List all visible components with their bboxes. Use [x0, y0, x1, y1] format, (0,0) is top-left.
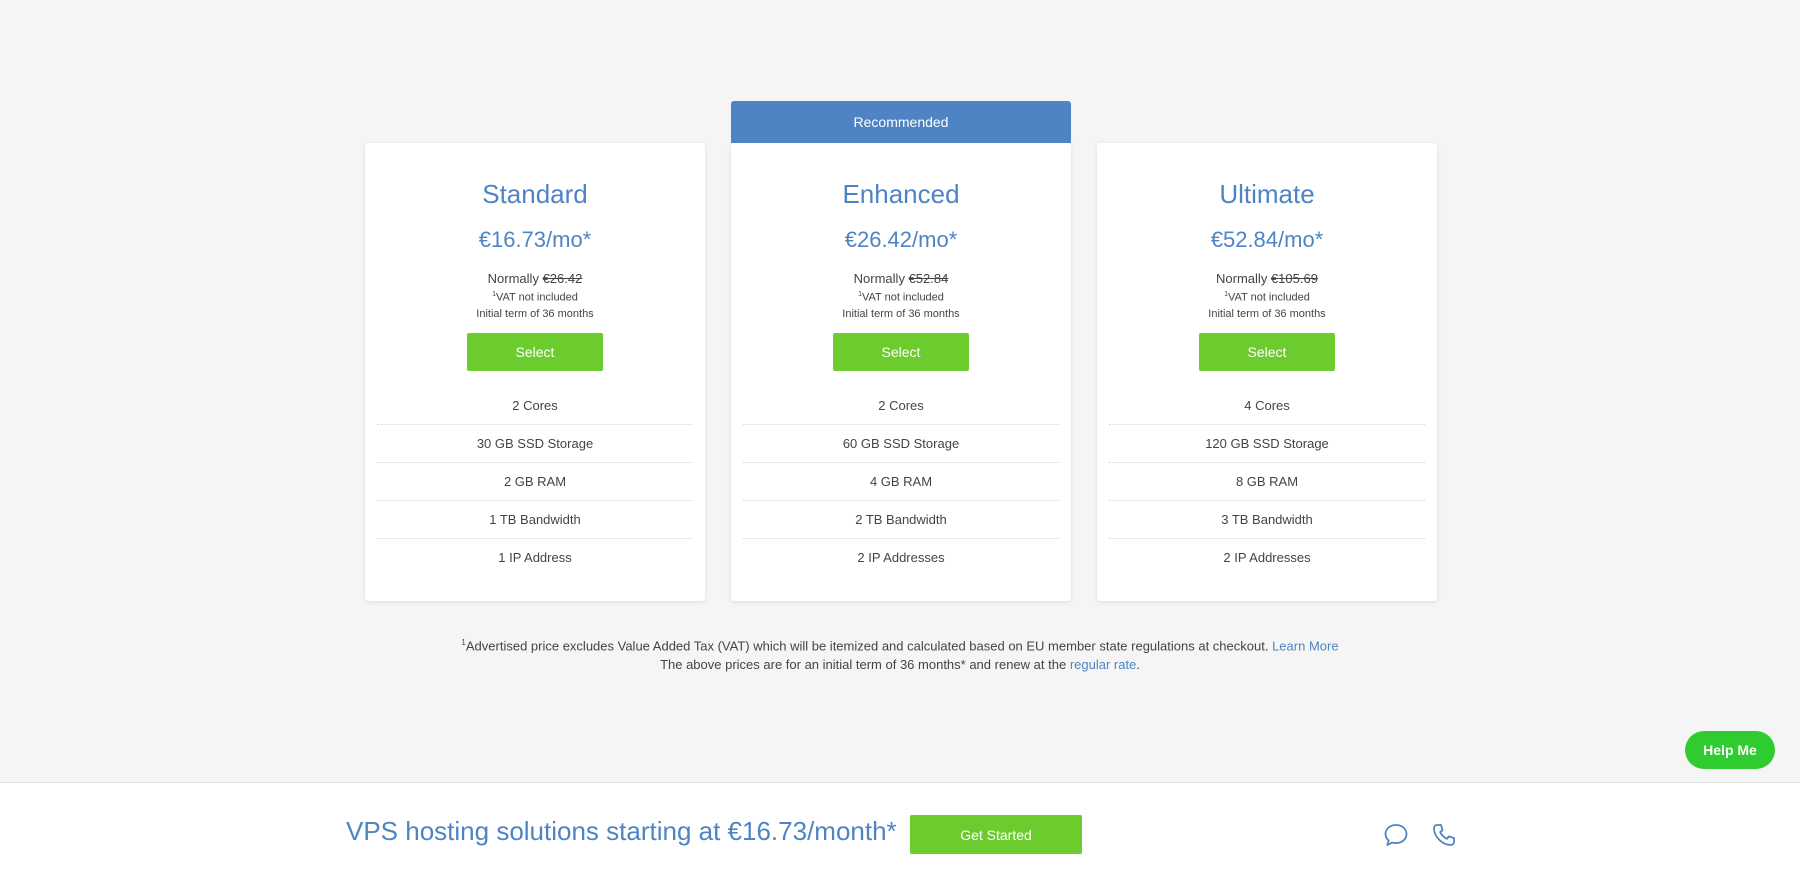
feature-item: 120 GB SSD Storage: [1109, 425, 1425, 463]
select-enhanced-button[interactable]: Select: [833, 333, 969, 371]
footnote-period: .: [1136, 657, 1140, 673]
normal-price-line: Normally €105.69: [1097, 271, 1437, 286]
recommended-banner: Recommended: [731, 101, 1071, 143]
feature-item: 2 Cores: [377, 387, 693, 425]
plan-name: Standard: [482, 179, 588, 209]
select-ultimate-button[interactable]: Select: [1199, 333, 1335, 371]
vat-note-text: VAT not included: [1227, 291, 1310, 304]
plan-card-standard: Standard €16.73/mo* Normally €26.42 1VAT…: [365, 143, 705, 601]
feature-item: 1 IP Address: [498, 550, 572, 565]
normal-price: €105.69: [1270, 271, 1318, 286]
feature-list: 2 Cores 30 GB SSD Storage 2 GB RAM 1 TB …: [377, 387, 693, 576]
chat-icon[interactable]: [1382, 821, 1410, 849]
sticky-bottom-bar: VPS hosting solutions starting at €16.73…: [0, 782, 1800, 874]
select-standard-button[interactable]: Select: [467, 333, 603, 371]
bar-headline: VPS hosting solutions starting at €16.73…: [346, 816, 897, 846]
help-me-button[interactable]: Help Me: [1685, 731, 1775, 769]
feature-item: 2 IP Addresses: [1223, 550, 1311, 565]
learn-more-link[interactable]: Learn More: [1272, 638, 1338, 653]
get-started-button[interactable]: Get Started: [910, 815, 1082, 854]
normal-price-line: Normally €26.42: [365, 271, 705, 286]
plan-name: Ultimate: [1219, 179, 1315, 209]
term-note: Initial term of 36 months: [476, 308, 594, 320]
pricing-section: Standard €16.73/mo* Normally €26.42 1VAT…: [0, 0, 1800, 782]
plan-price: €16.73/mo*: [478, 227, 592, 252]
normal-price: €52.84: [908, 271, 949, 286]
normal-price: €26.42: [542, 271, 583, 286]
feature-item: 4 GB RAM: [743, 463, 1059, 501]
feature-item: 3 TB Bandwidth: [1109, 501, 1425, 539]
plan-card-enhanced: Recommended Enhanced €26.42/mo* Normally…: [731, 101, 1071, 601]
feature-item: 1 TB Bandwidth: [377, 501, 693, 539]
plan-price: €52.84/mo*: [1210, 227, 1324, 252]
feature-item: 4 Cores: [1109, 387, 1425, 425]
term-note: Initial term of 36 months: [842, 308, 960, 320]
plan-price: €26.42/mo*: [844, 227, 958, 252]
vat-note-text: VAT not included: [861, 291, 944, 304]
vat-note: 1VAT not included: [365, 291, 705, 304]
vat-note-text: VAT not included: [495, 291, 578, 304]
plan-name: Enhanced: [842, 179, 960, 209]
feature-item: 2 IP Addresses: [857, 550, 945, 565]
normally-label: Normally: [487, 271, 539, 286]
term-note: Initial term of 36 months: [1208, 308, 1326, 320]
feature-list: 2 Cores 60 GB SSD Storage 4 GB RAM 2 TB …: [743, 387, 1059, 576]
vat-note: 1VAT not included: [1097, 291, 1437, 304]
feature-item: 30 GB SSD Storage: [377, 425, 693, 463]
feature-item: 2 GB RAM: [377, 463, 693, 501]
normally-label: Normally: [1216, 271, 1268, 286]
regular-rate-link[interactable]: regular rate: [1070, 657, 1136, 672]
plan-card-ultimate: Ultimate €52.84/mo* Normally €105.69 1VA…: [1097, 143, 1437, 601]
footnote-term-text: The above prices are for an initial term…: [660, 657, 1067, 673]
feature-item: 60 GB SSD Storage: [743, 425, 1059, 463]
footnote-line-2: The above prices are for an initial term…: [0, 655, 1800, 674]
feature-item: 2 TB Bandwidth: [743, 501, 1059, 539]
normal-price-line: Normally €52.84: [731, 271, 1071, 286]
footnote-line-1: 1Advertised price excludes Value Added T…: [0, 633, 1800, 655]
pricing-footnote: 1Advertised price excludes Value Added T…: [0, 633, 1800, 674]
footnote-text: Advertised price excludes Value Added Ta…: [465, 638, 1269, 654]
feature-item: 8 GB RAM: [1109, 463, 1425, 501]
vat-note: 1VAT not included: [731, 291, 1071, 304]
phone-icon[interactable]: [1430, 821, 1458, 849]
feature-item: 2 Cores: [743, 387, 1059, 425]
normally-label: Normally: [853, 271, 905, 286]
feature-list: 4 Cores 120 GB SSD Storage 8 GB RAM 3 TB…: [1109, 387, 1425, 576]
